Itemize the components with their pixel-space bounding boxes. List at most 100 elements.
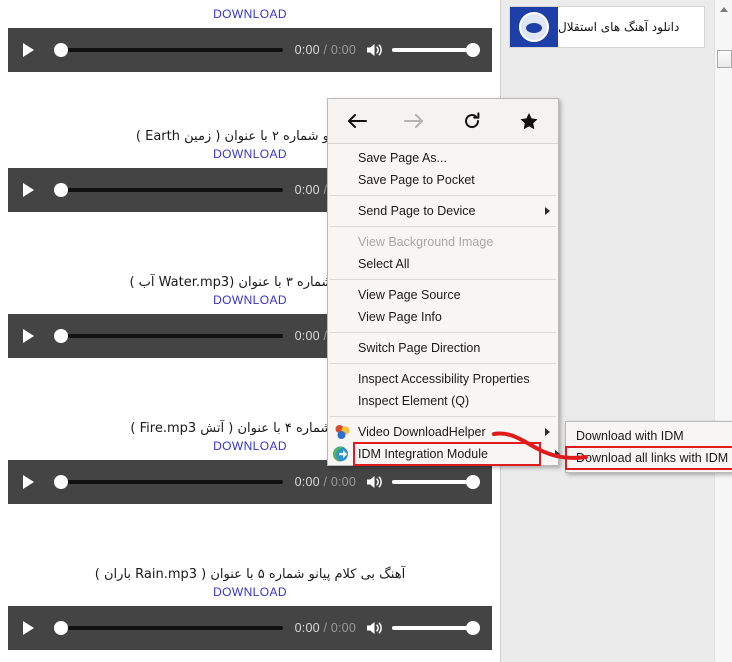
back-button[interactable] [328,99,386,144]
forward-button[interactable] [386,99,444,144]
seek-slider[interactable] [46,28,289,72]
volume-button[interactable] [358,606,392,650]
volume-button[interactable] [358,28,392,72]
play-button[interactable] [8,460,46,504]
menu-item-inspect-element[interactable]: Inspect Element (Q) [328,390,558,412]
esteghlal-logo-icon [510,7,558,47]
duration: 0:00 [330,43,356,57]
time-separator: / [323,43,328,57]
menu-item-label: Inspect Accessibility Properties [358,372,530,386]
seek-track [60,334,283,338]
seek-knob[interactable] [54,43,68,57]
menu-item-label: View Page Info [358,310,442,324]
current-time: 0:00 [294,329,320,343]
seek-slider[interactable] [46,314,289,358]
chevron-right-icon [545,207,550,215]
seek-knob[interactable] [54,475,68,489]
download-link[interactable]: DOWNLOAD [0,6,500,22]
idm-globe-icon [332,446,349,463]
current-time: 0:00 [294,621,320,635]
submenu-item-label: Download with IDM [576,429,684,443]
menu-separator [330,226,556,227]
track-block: DOWNLOAD 0:00 / 0:00 [0,6,500,72]
submenu-item-label: Download all links with IDM [576,451,729,465]
track-block: آهنگ بی کلام پیانو شماره ۵ با عنوان ( Ra… [0,566,500,650]
audio-player[interactable]: 0:00 / 0:00 [8,460,492,504]
speaker-icon [367,476,382,488]
menu-item-label: IDM Integration Module [358,447,488,461]
ad-banner[interactable]: دانلود آهنگ های استقلال [509,6,705,48]
submenu-item-download-with-idm[interactable]: Download with IDM [566,425,732,447]
seek-slider[interactable] [46,460,289,504]
seek-track [60,188,283,192]
audio-player[interactable]: 0:00 / 0:00 [8,28,492,72]
bookmark-button[interactable] [501,99,559,144]
volume-track [392,626,470,630]
time-display: 0:00 / 0:00 [289,621,358,635]
play-button[interactable] [8,314,46,358]
seek-knob[interactable] [54,329,68,343]
menu-item-label: Inspect Element (Q) [358,394,470,408]
track-title: آهنگ بی کلام پیانو شماره ۵ با عنوان ( Ra… [94,567,406,582]
menu-item-video-downloadhelper[interactable]: Video DownloadHelper [328,421,558,443]
reload-icon [464,112,480,129]
seek-track [60,626,283,630]
scrollbar-thumb[interactable] [717,50,732,68]
menu-item-label: Send Page to Device [358,204,476,218]
menu-item-view-page-info[interactable]: View Page Info [328,306,558,328]
play-button[interactable] [8,28,46,72]
context-menu[interactable]: Save Page As... Save Page to Pocket Send… [327,98,560,466]
play-icon [22,183,34,197]
volume-slider[interactable] [392,28,480,72]
menu-item-switch-page-direction[interactable]: Switch Page Direction [328,337,558,359]
chevron-right-icon [555,450,560,458]
time-separator: / [323,621,328,635]
seek-knob[interactable] [54,183,68,197]
submenu-item-download-all-links-with-idm[interactable]: Download all links with IDM [565,446,732,470]
play-icon [22,43,34,57]
volume-slider[interactable] [392,460,480,504]
seek-track [60,48,283,52]
menu-item-select-all[interactable]: Select All [328,253,558,275]
context-menu-items: Save Page As... Save Page to Pocket Send… [328,144,560,466]
seek-knob[interactable] [54,621,68,635]
menu-item-send-page-to-device[interactable]: Send Page to Device [328,200,558,222]
seek-track [60,480,283,484]
menu-item-save-page-to-pocket[interactable]: Save Page to Pocket [328,169,558,191]
menu-item-view-page-source[interactable]: View Page Source [328,284,558,306]
context-menu-nav [328,99,558,144]
menu-item-inspect-accessibility-properties[interactable]: Inspect Accessibility Properties [328,368,558,390]
current-time: 0:00 [294,43,320,57]
seek-slider[interactable] [46,606,289,650]
volume-knob[interactable] [466,475,480,489]
seek-slider[interactable] [46,168,289,212]
chevron-up-icon [720,6,728,12]
audio-player[interactable]: 0:00 / 0:00 [8,606,492,650]
volume-slider[interactable] [392,606,480,650]
speaker-icon [367,44,382,56]
menu-item-save-page-as[interactable]: Save Page As... [328,147,558,169]
volume-button[interactable] [358,460,392,504]
play-button[interactable] [8,606,46,650]
scroll-up-button[interactable] [715,0,732,18]
time-separator: / [323,475,328,489]
menu-item-idm-integration-module[interactable]: IDM Integration Module [333,442,560,466]
forward-arrow-icon [404,114,424,128]
back-arrow-icon [347,114,367,128]
vertical-scrollbar[interactable] [714,0,732,662]
menu-separator [330,363,556,364]
video-downloadhelper-icon [334,424,351,441]
volume-knob[interactable] [466,621,480,635]
volume-knob[interactable] [466,43,480,57]
play-button[interactable] [8,168,46,212]
download-link[interactable]: DOWNLOAD [0,584,500,600]
play-icon [22,475,34,489]
menu-item-view-background-image: View Background Image [328,231,558,253]
volume-track [392,48,470,52]
play-icon [22,329,34,343]
reload-button[interactable] [443,99,501,144]
menu-separator [330,279,556,280]
current-time: 0:00 [294,475,320,489]
menu-separator [330,332,556,333]
idm-submenu[interactable]: Download with IDM Download all links wit… [565,421,732,473]
